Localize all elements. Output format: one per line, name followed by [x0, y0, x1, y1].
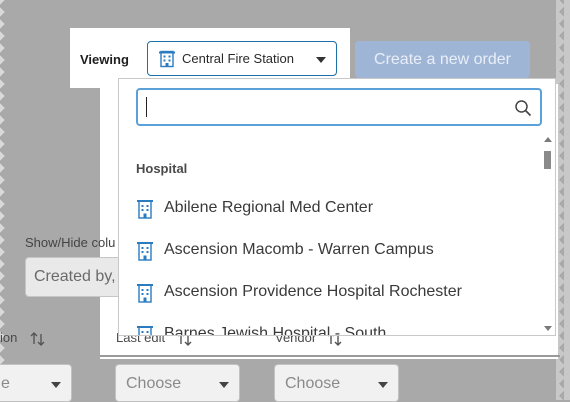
create-new-order-button[interactable]: Create a new order: [355, 41, 530, 78]
chevron-down-icon: [219, 382, 229, 388]
building-icon: [137, 326, 153, 335]
dropdown-scrollbar[interactable]: [543, 137, 553, 331]
page-edge-right: [556, 0, 570, 400]
viewing-label: Viewing: [80, 52, 129, 67]
location-select[interactable]: Central Fire Station: [147, 41, 337, 76]
filter-last-edit-value: Choose: [126, 375, 182, 392]
show-hide-columns-label: Show/Hide colu: [25, 235, 116, 250]
location-dropdown: Hospital Abilene Regional Med Center Asc…: [118, 78, 556, 336]
scroll-up-icon[interactable]: [544, 137, 552, 142]
filter-location-select[interactable]: e: [0, 364, 72, 402]
scrollbar-thumb[interactable]: [544, 151, 551, 169]
list-item[interactable]: Barnes Jewish Hospital - South: [136, 323, 536, 336]
table-header-divider: [100, 355, 560, 357]
scroll-down-icon[interactable]: [544, 326, 552, 331]
filter-last-edit-select[interactable]: Choose: [115, 364, 240, 402]
sort-arrows-icon[interactable]: [30, 331, 46, 347]
list-item[interactable]: Abilene Regional Med Center: [136, 197, 536, 221]
show-hide-columns-value: Created by,: [34, 268, 116, 285]
text-cursor: [146, 97, 147, 117]
chevron-down-icon: [316, 57, 326, 63]
column-header-location[interactable]: ion: [0, 330, 17, 345]
section-heading-hospital: Hospital: [136, 161, 188, 176]
building-icon: [137, 200, 153, 219]
list-item-label: Ascension Macomb - Warren Campus: [164, 241, 434, 258]
location-select-value: Central Fire Station: [182, 51, 294, 66]
filter-vendor-select[interactable]: Choose: [274, 364, 399, 402]
building-icon: [137, 284, 153, 303]
building-icon: [137, 242, 153, 261]
chevron-down-icon: [378, 382, 388, 388]
chevron-down-icon: [51, 382, 61, 388]
search-icon[interactable]: [514, 99, 532, 117]
list-item[interactable]: Ascension Macomb - Warren Campus: [136, 239, 536, 263]
list-item-label: Ascension Providence Hospital Rochester: [164, 283, 462, 300]
list-item-label: Barnes Jewish Hospital - South: [164, 325, 387, 336]
filter-vendor-value: Choose: [285, 375, 341, 392]
location-search-input[interactable]: [136, 88, 542, 126]
filter-location-value: e: [1, 375, 10, 392]
list-item-label: Abilene Regional Med Center: [164, 199, 374, 216]
list-item[interactable]: Ascension Providence Hospital Rochester: [136, 281, 536, 305]
building-icon: [159, 50, 175, 68]
